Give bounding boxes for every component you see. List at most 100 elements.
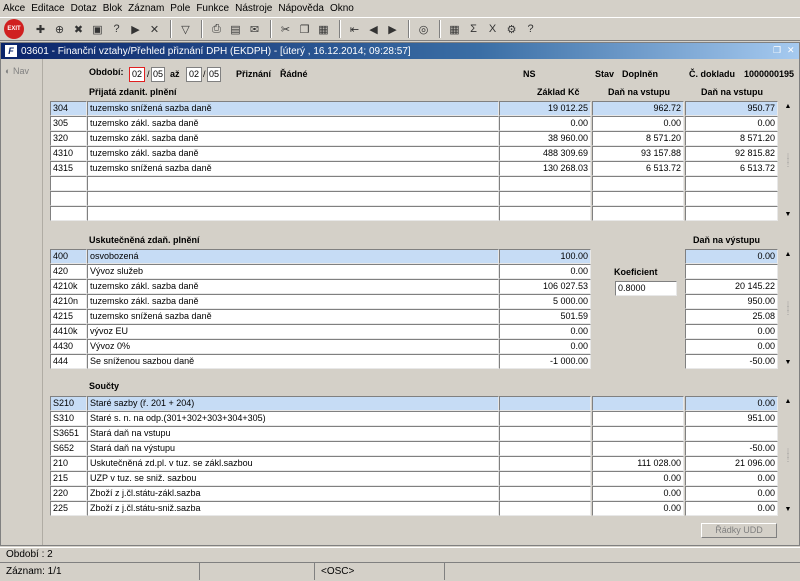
web-icon[interactable]: ◎ xyxy=(415,21,432,38)
section2-row-4-base[interactable]: 501.59 xyxy=(499,309,591,324)
section3-row-5-base[interactable] xyxy=(499,471,591,486)
save-icon[interactable]: ▣ xyxy=(89,21,106,38)
section3-row-2-desc[interactable]: Stará daň na vstupu xyxy=(87,426,499,441)
koeficient-field[interactable]: 0.8000 xyxy=(615,281,677,296)
section1-row-5-base[interactable] xyxy=(499,176,591,191)
section1-row-4-desc[interactable]: tuzemsko snížená sazba daně xyxy=(87,161,499,176)
exit-icon[interactable]: EXIT xyxy=(4,19,24,39)
section3-row-3-tax[interactable]: -50.00 xyxy=(685,441,778,456)
section1-row-2-base[interactable]: 38 960.00 xyxy=(499,131,591,146)
restore-icon[interactable]: ❐ xyxy=(773,45,781,56)
section3-row-4-code[interactable]: 210 xyxy=(50,456,87,471)
period-from-month[interactable]: 02 xyxy=(129,67,145,82)
section1-row-7-tax1[interactable] xyxy=(592,206,684,221)
section1-row-2-code[interactable]: 320 xyxy=(50,131,87,146)
section1-row-1-tax2[interactable]: 0.00 xyxy=(685,116,778,131)
section2-row-7-tax[interactable]: -50.00 xyxy=(685,354,778,369)
section1-row-6-desc[interactable] xyxy=(87,191,499,206)
section1-row-1-base[interactable]: 0.00 xyxy=(499,116,591,131)
filter-icon[interactable]: ▽ xyxy=(177,21,194,38)
section2-row-6-base[interactable]: 0.00 xyxy=(499,339,591,354)
section1-row-0-tax1[interactable]: 962.72 xyxy=(592,101,684,116)
section1-row-0-base[interactable]: 19 012.25 xyxy=(499,101,591,116)
section1-row-6-tax2[interactable] xyxy=(685,191,778,206)
section2-row-1-code[interactable]: 420 xyxy=(50,264,87,279)
section2-scrollbar[interactable]: ▲ ▼ ⋮ ⋮ ⋮ xyxy=(782,249,794,369)
section2-row-7-code[interactable]: 444 xyxy=(50,354,87,369)
menu-item-9[interactable]: Okno xyxy=(327,1,357,16)
section2-row-5-tax[interactable]: 0.00 xyxy=(685,324,778,339)
section3-row-4-tax[interactable]: 21 096.00 xyxy=(685,456,778,471)
section2-row-1-desc[interactable]: Vývoz služeb xyxy=(87,264,499,279)
section3-row-7-desc[interactable]: Zboží z j.čl.státu-sniž.sazba xyxy=(87,501,499,516)
settings-icon[interactable]: ⚙ xyxy=(503,21,520,38)
section3-scrollbar-up-arrow[interactable]: ▲ xyxy=(782,396,794,408)
section3-row-5-code[interactable]: 215 xyxy=(50,471,87,486)
section3-row-1-mid[interactable] xyxy=(592,411,684,426)
section1-row-2-tax2[interactable]: 8 571.20 xyxy=(685,131,778,146)
section3-row-6-tax[interactable]: 0.00 xyxy=(685,486,778,501)
section3-row-6-desc[interactable]: Zboží z j.čl.státu-zákl.sazba xyxy=(87,486,499,501)
section1-row-5-tax2[interactable] xyxy=(685,176,778,191)
section2-scrollbar-up-arrow[interactable]: ▲ xyxy=(782,249,794,261)
section1-row-1-code[interactable]: 305 xyxy=(50,116,87,131)
section1-row-7-code[interactable] xyxy=(50,206,87,221)
section2-row-7-base[interactable]: -1 000.00 xyxy=(499,354,591,369)
menu-item-2[interactable]: Dotaz xyxy=(68,1,100,16)
menu-item-8[interactable]: Nápověda xyxy=(275,1,327,16)
section3-row-7-tax[interactable]: 0.00 xyxy=(685,501,778,516)
nav-button[interactable]: ◐ Nav xyxy=(5,66,42,76)
section3-row-1-tax[interactable]: 951.00 xyxy=(685,411,778,426)
cancel-query-icon[interactable]: ✕ xyxy=(146,21,163,38)
section1-scrollbar[interactable]: ▲ ▼ ⋮ ⋮ ⋮ xyxy=(782,101,794,221)
section2-row-3-code[interactable]: 4210n xyxy=(50,294,87,309)
menu-item-5[interactable]: Pole xyxy=(167,1,193,16)
section1-row-4-tax2[interactable]: 6 513.72 xyxy=(685,161,778,176)
section1-row-7-desc[interactable] xyxy=(87,206,499,221)
section3-row-6-mid[interactable]: 0.00 xyxy=(592,486,684,501)
section3-scrollbar-grip[interactable]: ⋮ ⋮ ⋮ xyxy=(785,449,791,463)
query-icon[interactable]: ? xyxy=(108,21,125,38)
menu-item-3[interactable]: Blok xyxy=(100,1,125,16)
section3-row-0-base[interactable] xyxy=(499,396,591,411)
section2-row-3-tax[interactable]: 950.00 xyxy=(685,294,778,309)
section1-row-3-code[interactable]: 4310 xyxy=(50,146,87,161)
section2-row-2-desc[interactable]: tuzemsko zákl. sazba daně xyxy=(87,279,499,294)
section3-row-5-mid[interactable]: 0.00 xyxy=(592,471,684,486)
section2-row-5-code[interactable]: 4410k xyxy=(50,324,87,339)
sum-icon[interactable]: Σ xyxy=(465,21,482,38)
rows-udd-button[interactable]: Řádky UDD xyxy=(701,523,777,538)
section2-row-3-desc[interactable]: tuzemsko zákl. sazba daně xyxy=(87,294,499,309)
print-preview-icon[interactable]: ▤ xyxy=(227,21,244,38)
section1-row-0-tax2[interactable]: 950.77 xyxy=(685,101,778,116)
section2-row-6-tax[interactable]: 0.00 xyxy=(685,339,778,354)
period-to-month[interactable]: 02 xyxy=(186,67,202,82)
section1-row-5-code[interactable] xyxy=(50,176,87,191)
section3-row-5-desc[interactable]: UZP v tuz. se sniž. sazbou xyxy=(87,471,499,486)
section1-row-0-code[interactable]: 304 xyxy=(50,101,87,116)
section1-row-4-code[interactable]: 4315 xyxy=(50,161,87,176)
section3-row-7-code[interactable]: 225 xyxy=(50,501,87,516)
section3-row-4-desc[interactable]: Uskutečněná zd.pl. v tuz. se zákl.sazbou xyxy=(87,456,499,471)
section2-row-1-base[interactable]: 0.00 xyxy=(499,264,591,279)
section1-row-4-base[interactable]: 130 268.03 xyxy=(499,161,591,176)
section3-row-1-code[interactable]: S310 xyxy=(50,411,87,426)
menu-item-6[interactable]: Funkce xyxy=(193,1,232,16)
execute-query-icon[interactable]: ▶ xyxy=(127,21,144,38)
section2-scrollbar-down-arrow[interactable]: ▼ xyxy=(782,357,794,369)
section2-row-4-tax[interactable]: 25.08 xyxy=(685,309,778,324)
section3-row-1-base[interactable] xyxy=(499,411,591,426)
section3-row-6-code[interactable]: 220 xyxy=(50,486,87,501)
section1-row-3-tax2[interactable]: 92 815.82 xyxy=(685,146,778,161)
section1-scrollbar-up-arrow[interactable]: ▲ xyxy=(782,101,794,113)
section1-row-7-base[interactable] xyxy=(499,206,591,221)
previous-record-icon[interactable]: ◀ xyxy=(365,21,382,38)
section1-row-6-code[interactable] xyxy=(50,191,87,206)
section3-row-3-mid[interactable] xyxy=(592,441,684,456)
section2-row-2-code[interactable]: 4210k xyxy=(50,279,87,294)
section2-row-6-desc[interactable]: Vývoz 0% xyxy=(87,339,499,354)
section1-row-6-tax1[interactable] xyxy=(592,191,684,206)
section1-row-5-tax1[interactable] xyxy=(592,176,684,191)
period-from-year[interactable]: 05 xyxy=(151,67,165,82)
section2-row-6-code[interactable]: 4430 xyxy=(50,339,87,354)
